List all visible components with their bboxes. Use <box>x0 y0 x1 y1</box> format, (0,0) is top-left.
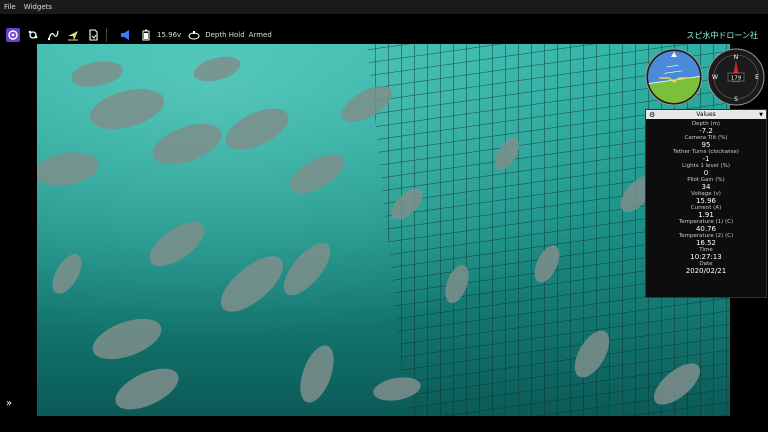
video-feed[interactable] <box>37 44 730 416</box>
value-row-tether-turns: Tether Turns (clockwise) -1 <box>673 149 739 163</box>
toolbar-divider <box>106 28 107 42</box>
chevron-down-icon[interactable]: ▼ <box>759 112 763 118</box>
compass-west: W <box>712 74 718 81</box>
analyze-document-icon[interactable] <box>86 28 100 42</box>
compass-east: E <box>755 74 759 81</box>
menu-bar: File Widgets <box>0 0 768 14</box>
heading-readout: 179 <box>731 76 742 82</box>
value-row-temperature-1: Temperature (1) (C) 40.76 <box>678 219 734 233</box>
settings-gear-icon[interactable] <box>26 28 40 42</box>
value-row-depth: Depth (m) -7.2 <box>691 121 721 135</box>
megaphone-icon[interactable] <box>119 28 133 42</box>
plan-route-icon[interactable] <box>46 28 60 42</box>
app-logo-icon[interactable] <box>6 28 20 42</box>
arm-state[interactable]: Armed <box>249 31 272 39</box>
menu-widgets[interactable]: Widgets <box>20 3 56 11</box>
brand-logo-text: スピ水中ドローン社 <box>686 31 758 40</box>
submarine-mode-icon <box>187 28 201 42</box>
battery-icon <box>139 28 153 42</box>
compass-north: N <box>734 54 739 61</box>
instrument-cluster: N E S W 179 <box>645 46 765 108</box>
value-row-temperature-2: Temperature (2) (C) 16.52 <box>678 233 734 247</box>
value-row-current: Current (A) 1.91 <box>690 205 722 219</box>
menu-file[interactable]: File <box>0 3 20 11</box>
value-row-date: Date 2020/02/21 <box>685 261 727 275</box>
values-header[interactable]: ⚙ Values ▼ <box>646 110 766 119</box>
fly-paper-plane-icon[interactable] <box>66 28 80 42</box>
compass-indicator: N E S W 179 <box>707 48 765 106</box>
value-row-voltage: Voltage (v) 15.96 <box>691 191 721 205</box>
values-widget: ⚙ Values ▼ Depth (m) -7.2 Camera Tilt (%)… <box>645 109 767 298</box>
attitude-indicator <box>645 48 703 106</box>
value-row-time: Time 10:27:13 <box>690 247 722 261</box>
values-title: Values <box>696 111 716 118</box>
compass-south: S <box>734 96 738 103</box>
expand-panel-chevron-icon[interactable]: » <box>6 398 12 409</box>
values-list: Depth (m) -7.2 Camera Tilt (%) 95 Tether T… <box>646 119 766 275</box>
gear-icon[interactable]: ⚙ <box>649 111 655 119</box>
flight-mode[interactable]: Depth Hold <box>205 31 244 39</box>
voltage-readout: 15.96v <box>157 31 182 39</box>
toolbar: 15.96v Depth Hold Armed <box>0 24 768 46</box>
value-row-lights: Lights 1 level (%) 0 <box>682 163 730 177</box>
value-row-camera-tilt: Camera Tilt (%) 95 <box>684 135 728 149</box>
value-row-pilot-gain: Pilot Gain (%) 34 <box>687 177 725 191</box>
video-frame <box>37 44 730 416</box>
